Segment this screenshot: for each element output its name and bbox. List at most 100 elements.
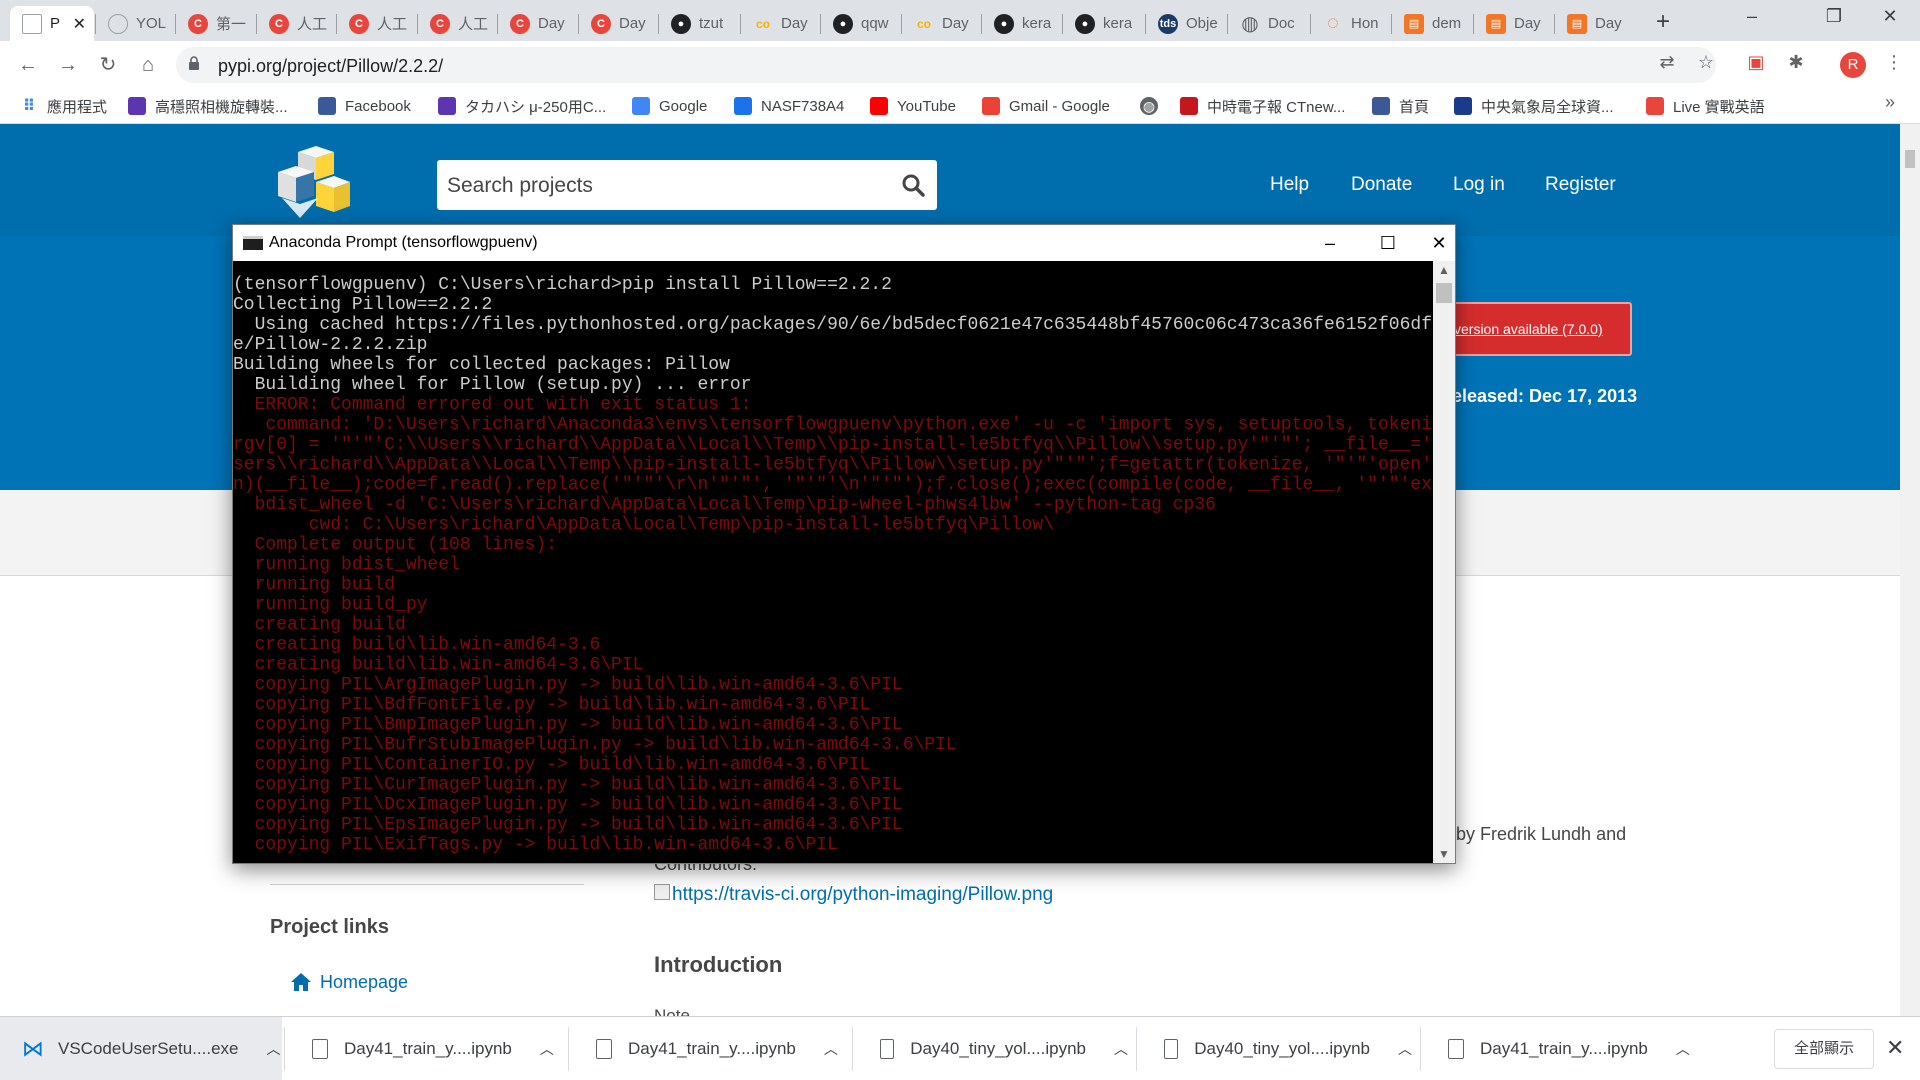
bookmark-item[interactable]: Facebook: [318, 94, 411, 118]
homepage-link[interactable]: Homepage: [320, 972, 408, 993]
browser-tab[interactable]: C 人工: [257, 6, 337, 41]
browser-tab[interactable]: tds Obje: [1146, 6, 1226, 41]
show-all-downloads-button[interactable]: 全部顯示: [1774, 1029, 1874, 1069]
browser-tab[interactable]: ◌ Hon: [1311, 6, 1391, 41]
anaconda-prompt-window[interactable]: Anaconda Prompt (tensorflowgpuenv) – ☐ ✕…: [232, 224, 1456, 864]
terminal-line: creating build\lib.win-amd64-3.6\PIL: [233, 655, 644, 675]
browser-tab[interactable]: C Day: [498, 6, 578, 41]
bookmark-item[interactable]: 中央氣象局全球資...: [1454, 94, 1614, 118]
tab-separator: [1145, 14, 1146, 34]
bookmark-item[interactable]: Live 實戰英語: [1646, 94, 1765, 118]
download-item[interactable]: Day40_tiny_yol....ipynb ︿: [858, 1017, 1128, 1080]
broken-image-icon: [654, 884, 670, 900]
browser-tab[interactable]: ● kera: [982, 6, 1062, 41]
bookmark-item[interactable]: YouTube: [870, 94, 956, 118]
terminal-close-icon[interactable]: ✕: [1423, 229, 1455, 257]
chevron-up-icon[interactable]: ︿: [1114, 1039, 1128, 1059]
pypi-logo-icon[interactable]: [268, 146, 350, 218]
bookmark-item[interactable]: Gmail - Google: [982, 94, 1110, 118]
browser-tab[interactable]: ▤ Day: [1474, 6, 1554, 41]
close-downloads-icon[interactable]: ✕: [1886, 1035, 1904, 1061]
terminal-title-bar[interactable]: Anaconda Prompt (tensorflowgpuenv) – ☐ ✕: [233, 225, 1455, 261]
home-icon[interactable]: ⌂: [134, 51, 162, 79]
bookmarks-bar: » ⠿ 應用程式 高穩照相機旋轉裝... Facebook タカハシ μ-250用C..…: [0, 87, 1920, 124]
back-arrow-icon[interactable]: ←: [14, 51, 42, 79]
tab-close-icon[interactable]: ✕: [73, 14, 86, 34]
download-separator: [1420, 1027, 1421, 1071]
travis-image-link[interactable]: https://travis-ci.org/python-imaging/Pil…: [672, 884, 1053, 906]
browser-tab[interactable]: P ✕: [10, 6, 94, 41]
minimize-icon[interactable]: –: [1732, 6, 1772, 27]
download-item[interactable]: Day41_train_y....ipynb ︿: [1426, 1017, 1696, 1080]
pypi-search-input[interactable]: Search projects: [437, 160, 937, 210]
terminal-output[interactable]: (tensorflowgpuenv) C:\Users\richard>pip …: [233, 261, 1433, 863]
scroll-up-icon[interactable]: ▲: [1433, 263, 1455, 277]
tab-title: 人工: [297, 16, 328, 33]
browser-tab[interactable]: ◍ Doc: [1228, 6, 1308, 41]
maximize-icon[interactable]: ❐: [1814, 6, 1854, 27]
pocket-extension-icon[interactable]: ▣: [1744, 52, 1768, 76]
browser-tab[interactable]: ● kera: [1063, 6, 1143, 41]
browser-tab[interactable]: co Day: [741, 6, 821, 41]
forward-arrow-icon[interactable]: →: [54, 51, 82, 79]
page-scrollbar[interactable]: [1900, 124, 1920, 1016]
bookmark-label: タカハシ μ-250用C...: [465, 98, 607, 116]
terminal-scrollbar-thumb[interactable]: [1436, 283, 1452, 303]
bookmark-item[interactable]: ◍: [1140, 94, 1167, 118]
newer-version-badge[interactable]: version available (7.0.0): [1446, 302, 1632, 356]
tab-favicon-icon: co: [755, 16, 770, 31]
extension-icon[interactable]: ✱: [1784, 52, 1808, 76]
nav-donate[interactable]: Donate: [1351, 174, 1412, 196]
tab-title: Obje: [1186, 15, 1218, 32]
translate-icon[interactable]: ⇄: [1655, 52, 1679, 76]
chevron-up-icon[interactable]: ︿: [1676, 1039, 1690, 1059]
close-window-icon[interactable]: ✕: [1870, 6, 1910, 27]
downloads-bar: 全部顯示 ✕ ⋈ VSCodeUserSetu....exe ︿ Day41_trai…: [0, 1016, 1920, 1080]
download-item[interactable]: Day41_train_y....ipynb ︿: [290, 1017, 560, 1080]
browser-tab[interactable]: C 第一: [176, 6, 256, 41]
download-item[interactable]: Day41_train_y....ipynb ︿: [574, 1017, 844, 1080]
tab-separator: [95, 14, 96, 34]
browser-tab[interactable]: ● qqw: [821, 6, 901, 41]
browser-tab[interactable]: C 人工: [337, 6, 417, 41]
bookmarks-overflow-icon[interactable]: »: [1878, 92, 1902, 116]
browser-tab[interactable]: ● tzut: [659, 6, 739, 41]
chevron-up-icon[interactable]: ︿: [824, 1039, 838, 1059]
bookmark-item[interactable]: 高穩照相機旋轉裝...: [128, 94, 288, 118]
browser-tab[interactable]: ▤ Day: [1555, 6, 1635, 41]
nav-log-in[interactable]: Log in: [1453, 174, 1505, 196]
download-item[interactable]: Day40_tiny_yol....ipynb ︿: [1142, 1017, 1412, 1080]
tab-favicon-icon: [22, 13, 42, 34]
browser-tab[interactable]: C Day: [579, 6, 659, 41]
bookmark-item[interactable]: 首頁: [1372, 94, 1429, 118]
menu-kebab-icon[interactable]: ⋮: [1882, 52, 1906, 76]
bookmark-item[interactable]: ⠿ 應用程式: [20, 94, 107, 118]
browser-tab[interactable]: ▤ dem: [1392, 6, 1472, 41]
terminal-maximize-icon[interactable]: ☐: [1365, 229, 1411, 257]
reload-icon[interactable]: ↻: [94, 51, 122, 79]
bookmark-item[interactable]: タカハシ μ-250用C...: [438, 94, 606, 118]
chevron-up-icon[interactable]: ︿: [266, 1039, 280, 1059]
browser-tab[interactable]: YOL: [96, 6, 176, 41]
nav-help[interactable]: Help: [1270, 174, 1309, 196]
chevron-up-icon[interactable]: ︿: [1398, 1039, 1412, 1059]
nav-register[interactable]: Register: [1545, 174, 1616, 196]
profile-avatar[interactable]: R: [1840, 52, 1866, 78]
chevron-up-icon[interactable]: ︿: [540, 1039, 554, 1059]
browser-tab[interactable]: co Day: [902, 6, 982, 41]
browser-tab[interactable]: C 人工: [418, 6, 498, 41]
bookmark-item[interactable]: 中時電子報 CTnew...: [1180, 94, 1345, 118]
bookmark-item[interactable]: NASF738A4: [734, 94, 844, 118]
address-bar[interactable]: pypi.org/project/Pillow/2.2.2/: [176, 47, 1716, 83]
tab-favicon-icon: C: [510, 13, 530, 34]
home-icon: [291, 973, 311, 991]
terminal-minimize-icon[interactable]: –: [1307, 229, 1353, 257]
search-icon[interactable]: [901, 173, 925, 197]
download-item[interactable]: ⋈ VSCodeUserSetu....exe ︿: [0, 1017, 282, 1080]
bookmark-item[interactable]: Google: [632, 94, 707, 118]
scroll-down-icon[interactable]: ▼: [1433, 847, 1455, 861]
new-tab-button[interactable]: +: [1656, 8, 1670, 36]
terminal-scrollbar[interactable]: ▲ ▼: [1433, 261, 1455, 863]
bookmark-star-icon[interactable]: ☆: [1694, 52, 1718, 76]
page-scrollbar-thumb[interactable]: [1905, 150, 1915, 168]
